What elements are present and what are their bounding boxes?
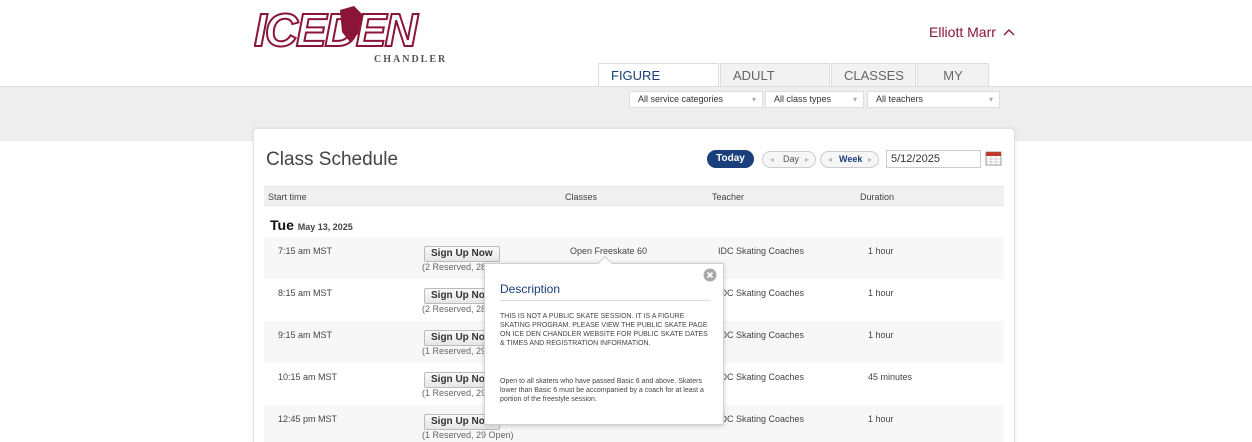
col-start-time: Start time bbox=[268, 192, 307, 202]
teacher-name: IDC Skating Coaches bbox=[718, 414, 805, 424]
prev-week-icon[interactable]: ◂ bbox=[828, 152, 832, 167]
duration: 45 minutes bbox=[868, 372, 913, 382]
teacher-name: IDC Skating Coaches bbox=[718, 246, 805, 256]
duration: 1 hour bbox=[868, 246, 894, 256]
user-menu[interactable]: Elliott Marr bbox=[929, 24, 1016, 40]
day-nav: ◂ Day ▸ bbox=[762, 151, 816, 168]
tab-figure-skating[interactable]: FIGURE SKATING bbox=[598, 63, 719, 106]
day-name: Tue bbox=[270, 217, 294, 233]
service-category-value: All service categories bbox=[638, 94, 724, 104]
service-category-select[interactable]: All service categories ▾ bbox=[629, 91, 763, 108]
popup-description: Open to all skaters who have passed Basi… bbox=[500, 378, 704, 403]
start-time: 10:15 am MST bbox=[278, 372, 338, 382]
duration: 1 hour bbox=[868, 288, 894, 298]
day-heading: Tue May 13, 2025 bbox=[270, 217, 353, 233]
teacher-name: IDC Skating Coaches bbox=[718, 330, 805, 340]
close-icon[interactable] bbox=[703, 268, 717, 282]
page-title: Class Schedule bbox=[266, 149, 399, 170]
reservation-count: (1 Reserved, 29 Open) bbox=[422, 430, 514, 440]
date-input[interactable]: 5/12/2025 bbox=[886, 150, 981, 168]
logo-subtext: CHANDLER bbox=[374, 54, 447, 65]
next-week-icon[interactable]: ▸ bbox=[868, 152, 872, 167]
prev-day-icon[interactable]: ◂ bbox=[770, 152, 774, 167]
day-view-button[interactable]: Day bbox=[783, 152, 799, 167]
start-time: 12:45 pm MST bbox=[278, 414, 338, 424]
start-time: 7:15 am MST bbox=[278, 246, 333, 256]
tab-classes[interactable]: CLASSES bbox=[831, 63, 916, 87]
calendar-icon[interactable] bbox=[985, 149, 1002, 166]
teacher-select[interactable]: All teachers ▾ bbox=[867, 91, 1000, 108]
chevron-up-icon[interactable] bbox=[1002, 27, 1016, 37]
col-teacher: Teacher bbox=[712, 192, 745, 202]
day-date: May 13, 2025 bbox=[297, 222, 353, 232]
week-nav: ◂ Week ▸ bbox=[820, 151, 879, 168]
next-day-icon[interactable]: ▸ bbox=[805, 152, 809, 167]
description-popup: Description THIS IS NOT A PUBLIC SKATE S… bbox=[484, 255, 724, 425]
chevron-down-icon: ▾ bbox=[852, 95, 857, 104]
class-name[interactable]: Open Freeskate 60 bbox=[570, 246, 647, 256]
tab-my-info[interactable]: MY INFO bbox=[917, 63, 989, 106]
teacher-value: All teachers bbox=[876, 94, 924, 104]
start-time: 8:15 am MST bbox=[278, 288, 333, 298]
sign-up-button[interactable]: Sign Up Now bbox=[424, 246, 500, 262]
tab-adult-hockey[interactable]: ADULT HOCKEY bbox=[720, 63, 830, 106]
popup-notice: THIS IS NOT A PUBLIC SKATE SESSION. IT I… bbox=[500, 313, 708, 347]
user-name[interactable]: Elliott Marr bbox=[929, 24, 996, 40]
logo-text: ICEDEN bbox=[254, 4, 419, 56]
duration: 1 hour bbox=[868, 414, 894, 424]
chevron-down-icon: ▾ bbox=[751, 95, 756, 104]
teacher-name: IDC Skating Coaches bbox=[718, 372, 805, 382]
week-view-button[interactable]: Week bbox=[839, 152, 862, 167]
ice-den-logo[interactable]: ICEDEN CHANDLER bbox=[254, 4, 454, 66]
class-type-select[interactable]: All class types ▾ bbox=[765, 91, 864, 108]
popup-title: Description bbox=[500, 282, 561, 296]
main-tabs: FIGURE SKATING ADULT HOCKEY CLASSES MY I… bbox=[598, 63, 990, 106]
popup-divider bbox=[500, 300, 710, 301]
col-classes: Classes bbox=[565, 192, 598, 202]
table-header: Start time Classes Teacher Duration bbox=[264, 186, 1004, 206]
site-header: ICEDEN CHANDLER Elliott Marr FIGURE SKAT… bbox=[0, 0, 1252, 106]
teacher-name: IDC Skating Coaches bbox=[718, 288, 805, 298]
start-time: 9:15 am MST bbox=[278, 330, 333, 340]
class-type-value: All class types bbox=[774, 94, 832, 104]
today-button[interactable]: Today bbox=[707, 150, 754, 168]
chevron-down-icon: ▾ bbox=[988, 95, 993, 104]
duration: 1 hour bbox=[868, 330, 894, 340]
col-duration: Duration bbox=[860, 192, 895, 202]
